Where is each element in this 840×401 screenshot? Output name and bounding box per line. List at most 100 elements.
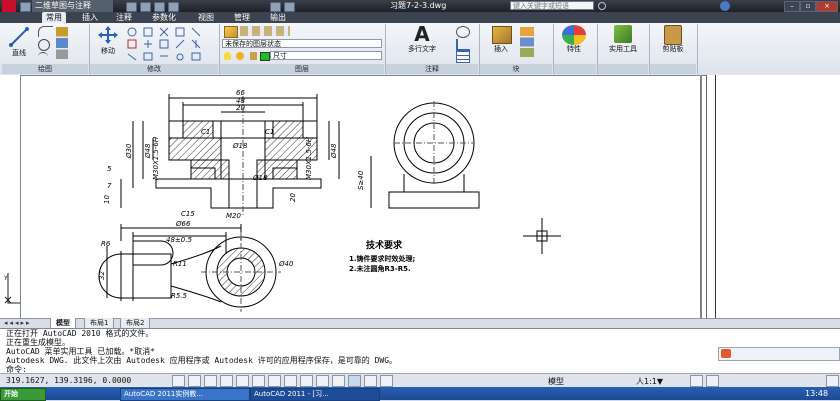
tab-annotate[interactable]: 注释 <box>112 12 136 23</box>
print-icon[interactable] <box>168 2 179 12</box>
close-button[interactable]: × <box>816 1 838 12</box>
dim-66: 66 <box>236 89 245 97</box>
zoom-toggle[interactable] <box>380 375 393 387</box>
dim-s40: S≥40 <box>357 170 365 190</box>
lineweight-toggle[interactable] <box>300 375 313 387</box>
tab-view[interactable]: 视图 <box>194 12 218 23</box>
properties-panel-title[interactable] <box>554 64 596 74</box>
snap-toggle[interactable] <box>172 375 185 387</box>
lock-toolbar-icon[interactable] <box>706 375 719 387</box>
otrack-toggle[interactable] <box>252 375 265 387</box>
ucs-icon: Y <box>3 273 30 304</box>
ducs-toggle[interactable] <box>268 375 281 387</box>
utilities-button-label[interactable]: 实用工具 <box>600 44 646 54</box>
line-button-label[interactable]: 直线 <box>6 48 32 58</box>
dim-m30-left: M30X1.5-6H <box>152 136 160 180</box>
block-panel-title[interactable]: 块 <box>480 64 552 74</box>
crosshair-toggle[interactable] <box>348 375 361 387</box>
insert-block-icon[interactable] <box>492 26 512 44</box>
clipboard-button-label[interactable]: 剪贴板 <box>652 44 694 54</box>
move-icon[interactable] <box>98 26 118 44</box>
osnap-toggle[interactable] <box>236 375 249 387</box>
layer-dropdown[interactable]: 尺寸 <box>270 51 382 60</box>
insert-button-label[interactable]: 插入 <box>486 44 516 54</box>
drawing-canvas[interactable]: 66 48 20 C1 C1 Ø18 Ø18 M20 C15 M30X1.5-6… <box>20 75 708 320</box>
draw-tools-icon[interactable] <box>56 27 68 59</box>
right-viewport-area <box>706 75 840 318</box>
dim-phi66: Ø66 <box>175 220 191 228</box>
tab-manage[interactable]: 管理 <box>230 12 254 23</box>
circle-icon[interactable] <box>38 39 50 51</box>
maximize-button[interactable]: ▫ <box>800 1 816 12</box>
undo-icon[interactable] <box>270 2 281 12</box>
tab-output[interactable]: 输出 <box>266 12 290 23</box>
leader-icon[interactable] <box>456 39 470 51</box>
arc-icon[interactable] <box>38 52 48 61</box>
modify-panel-title[interactable]: 修改 <box>90 64 218 74</box>
lightbulb-icon[interactable] <box>224 52 231 60</box>
model-space-label[interactable]: 模型 <box>548 376 564 387</box>
command-window[interactable]: 正在打开 AutoCAD 2010 格式的文件。 正在重生成模型。 AutoCA… <box>0 328 840 374</box>
tab-parametric[interactable]: 参数化 <box>148 12 180 23</box>
polar-toggle[interactable] <box>220 375 233 387</box>
redo-icon[interactable] <box>284 2 295 12</box>
text-icon[interactable]: A <box>412 24 432 44</box>
help-icon[interactable] <box>720 1 730 11</box>
taskbar-item-autocad[interactable]: AutoCAD 2011 - [习... <box>250 388 380 401</box>
move-button-label[interactable]: 移动 <box>94 46 122 56</box>
line-icon[interactable] <box>8 26 30 48</box>
tab-home[interactable]: 常用 <box>42 12 66 23</box>
utilities-panel-title[interactable] <box>598 64 648 74</box>
system-clock[interactable]: 13:48 <box>805 388 828 399</box>
layer-state-dropdown[interactable]: 未保存的图层状态 <box>222 39 382 48</box>
clipboard-icon[interactable] <box>664 25 682 45</box>
dim-20: 20 <box>236 104 245 112</box>
lock-icon[interactable] <box>250 52 257 60</box>
properties-button-label[interactable]: 特性 <box>556 44 592 54</box>
minimize-button[interactable]: – <box>784 1 800 12</box>
mtext-button-label[interactable]: 多行文字 <box>396 44 448 54</box>
dyn-toggle[interactable] <box>284 375 297 387</box>
layers-panel-title[interactable]: 图层 <box>220 64 384 74</box>
workspace-switcher[interactable]: 二维草图与注释 <box>32 0 113 12</box>
dimension-icon[interactable] <box>456 26 470 38</box>
tab-nav-arrows-icon[interactable]: ◂◂◂▸▸ <box>4 319 48 327</box>
sogou-icon[interactable] <box>721 349 731 358</box>
clipboard-panel-title[interactable] <box>650 64 696 74</box>
search-input[interactable]: 键入关键字或短语 <box>510 1 594 10</box>
workspace-gear-icon[interactable] <box>690 375 703 387</box>
save-icon[interactable] <box>154 2 165 12</box>
start-button[interactable]: 开始 <box>0 388 46 401</box>
open-icon[interactable] <box>140 2 151 12</box>
block-tools-icon[interactable] <box>520 27 534 57</box>
workspace-icon[interactable] <box>20 2 31 12</box>
new-icon[interactable] <box>126 2 137 12</box>
utilities-icon[interactable] <box>614 25 632 43</box>
draw-panel-title[interactable]: 绘图 <box>2 64 88 74</box>
tab-insert[interactable]: 插入 <box>78 12 102 23</box>
dim-r11: R11 <box>173 260 187 268</box>
qp-toggle[interactable] <box>316 375 329 387</box>
sun-icon[interactable] <box>236 52 244 60</box>
dim-phi48-right: Ø48 <box>330 143 338 159</box>
sc-toggle[interactable] <box>332 375 345 387</box>
autocad-logo-icon[interactable] <box>2 0 16 12</box>
taskbar-item-tutorial[interactable]: AutoCAD 2011实例教... <box>120 388 250 401</box>
clean-screen-icon[interactable] <box>826 375 839 387</box>
notes-title: 技术要求 <box>366 239 403 251</box>
layer-properties-icon[interactable] <box>224 26 238 38</box>
modify-tools-icon[interactable] <box>126 26 214 62</box>
properties-icon[interactable] <box>562 25 586 45</box>
pan-toggle[interactable] <box>364 375 377 387</box>
annotation-panel-title[interactable]: 注释 <box>386 64 478 74</box>
table-icon[interactable] <box>456 51 470 63</box>
ime-toolbar[interactable] <box>718 347 840 361</box>
annotation-scale[interactable]: 人1:1▼ <box>636 376 663 387</box>
search-icon[interactable] <box>598 2 606 10</box>
technical-drawing: 66 48 20 C1 C1 Ø18 Ø18 M20 C15 M30X1.5-6… <box>98 76 702 319</box>
layer-tools-icon[interactable] <box>240 26 290 36</box>
ortho-toggle[interactable] <box>204 375 217 387</box>
grid-toggle[interactable] <box>188 375 201 387</box>
title-bar: 二维草图与注释 习题7-2-3.dwg 键入关键字或短语 – ▫ × <box>0 0 840 12</box>
polyline-icon[interactable] <box>38 26 53 37</box>
